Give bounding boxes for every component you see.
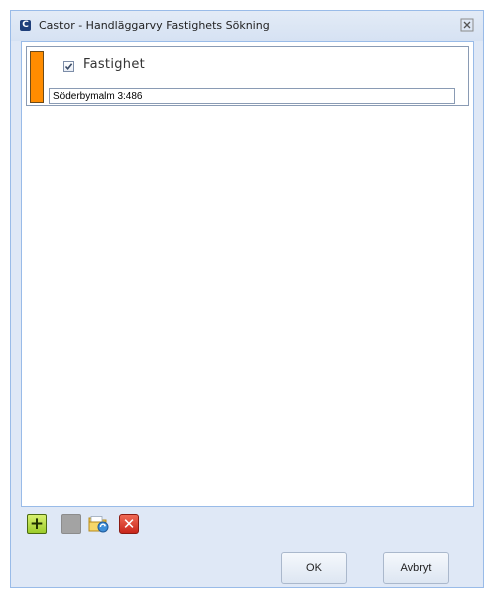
- load-search-button[interactable]: [87, 514, 111, 534]
- fastighet-checkbox[interactable]: [63, 61, 74, 72]
- title-bar[interactable]: C Castor - Handläggarvy Fastighets Sökni…: [11, 11, 483, 41]
- search-criteria-panel: Fastighet: [21, 41, 474, 507]
- folder-refresh-icon: [88, 516, 109, 533]
- remove-criteria-button[interactable]: ✕: [119, 514, 139, 534]
- checkmark-icon: [64, 63, 73, 71]
- fastighet-input[interactable]: [49, 88, 455, 104]
- dialog-window: C Castor - Handläggarvy Fastighets Sökni…: [10, 10, 484, 588]
- criteria-color-marker: [30, 51, 44, 103]
- criteria-row-fastighet: Fastighet: [26, 46, 469, 106]
- disabled-toolbar-button[interactable]: [61, 514, 81, 534]
- close-icon[interactable]: [460, 18, 474, 32]
- fastighet-label: Fastighet: [83, 57, 146, 72]
- castor-app-icon: C: [20, 20, 31, 31]
- add-criteria-button[interactable]: +: [27, 514, 47, 534]
- window-title: Castor - Handläggarvy Fastighets Sökning: [39, 19, 270, 32]
- cancel-button[interactable]: Avbryt: [383, 552, 449, 584]
- delete-icon: ✕: [122, 515, 136, 533]
- ok-button[interactable]: OK: [281, 552, 347, 584]
- plus-icon: +: [29, 514, 45, 534]
